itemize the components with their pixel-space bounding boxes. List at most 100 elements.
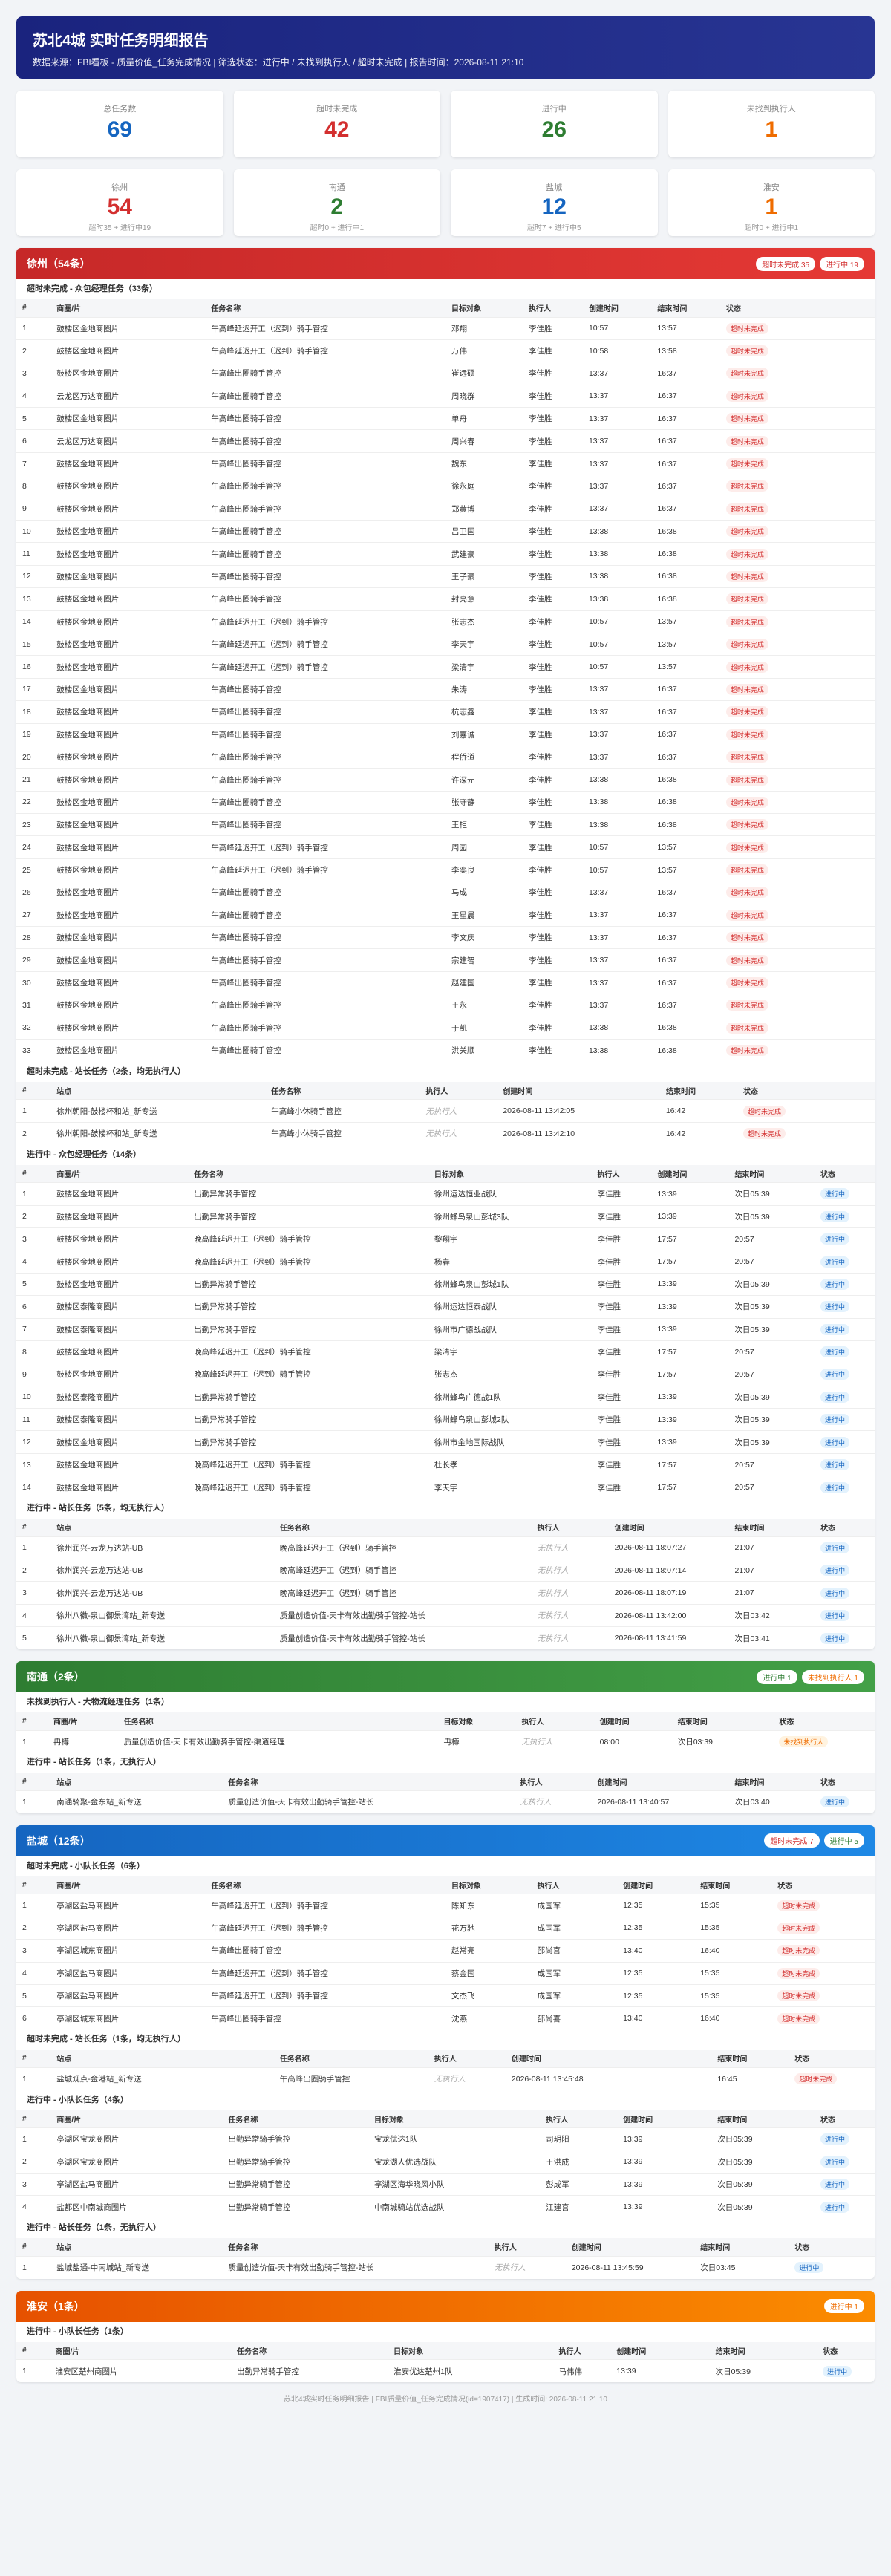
table-cell: 马成 xyxy=(446,881,523,904)
table-row: 1 鼓楼区金地商圈片 出勤异常骑手管控 徐州运达恒业战队 李佳胜 13:39 次日05:39… xyxy=(16,1182,875,1206)
table-cell: 进行中 xyxy=(815,1476,875,1499)
group-title: 进行中 - 小队长任务（4条） xyxy=(27,2095,128,2104)
table-cell: 4 xyxy=(16,1603,51,1627)
status-badge: 超时未完成 xyxy=(725,1045,768,1057)
column-header: 目标对象 xyxy=(388,2341,553,2360)
table-header-row: # 商圈/片 任务名称 目标对象 执行人 创建时间 结束时间 状态 xyxy=(16,1712,875,1731)
table-cell: 13:37 xyxy=(582,745,652,769)
table-cell: 1 xyxy=(16,1099,51,1123)
table-cell: 次日05:39 xyxy=(728,1295,815,1319)
table-cell: 杭志鑫 xyxy=(446,700,523,724)
table-cell: 16:38 xyxy=(651,520,720,543)
city-value: 1 xyxy=(765,195,778,219)
table-header-row: # 站点 任务名称 执行人 创建时间 结束时间 状态 xyxy=(16,2050,875,2068)
table-cell: 超时未完成 xyxy=(719,407,875,430)
table-cell: 13 xyxy=(16,1452,51,1476)
status-badge: 进行中 xyxy=(820,1233,850,1245)
table-row: 6 云龙区万达商圈片 午高峰出圈骑手管控 周兴春 李佳胜 13:37 16:37 超时未完成 xyxy=(16,429,875,453)
stat-card: 超时未完成 42 xyxy=(233,91,440,157)
table-header-row: # 商圈/片 任务名称 目标对象 执行人 创建时间 结束时间 状态 xyxy=(16,2341,875,2360)
table-cell: 13:37 xyxy=(582,903,652,927)
table-cell: 次日05:39 xyxy=(728,1430,815,1454)
table-cell: 2026-08-11 13:45:59 xyxy=(565,2255,695,2279)
table-cell: 李佳胜 xyxy=(523,497,583,521)
table-cell: 13 xyxy=(16,587,51,611)
city-label: 南通 xyxy=(328,183,345,192)
table-cell: 亭湖区宝龙商圈片 xyxy=(50,2127,223,2151)
table-cell: 13:57 xyxy=(651,835,720,859)
table-cell: 出勤异常骑手管控 xyxy=(188,1272,428,1296)
table-cell: 质量创造价值-天卡有效出勤骑手管控-站长 xyxy=(222,1790,515,1813)
status-badge: 超时未完成 xyxy=(725,661,768,673)
table-cell: 超时未完成 xyxy=(719,723,875,746)
table-cell: 16:37 xyxy=(651,475,720,498)
column-header: 任务名称 xyxy=(222,1773,515,1791)
table-cell: 鼓楼区金地商圈片 xyxy=(50,1204,189,1228)
table-row: 14 鼓楼区金地商圈片 晚高峰延迟开工（迟到）骑手管控 李天宇 李佳胜 17:57 20:5… xyxy=(16,1476,875,1499)
status-badge: 超时未完成 xyxy=(777,1900,820,1911)
status-badge: 进行中 xyxy=(823,2365,852,2377)
column-header: 目标对象 xyxy=(428,1164,592,1183)
city-label: 淮安 xyxy=(763,183,780,192)
table-cell: 2026-08-11 13:42:10 xyxy=(497,1121,660,1145)
table-cell: 淮安区楚州商圈片 xyxy=(49,2359,231,2382)
task-table: # 商圈/片 任务名称 目标对象 执行人 创建时间 结束时间 状态 1 鼓楼区金地商圈片 出勤异常骑… xyxy=(16,1164,875,1499)
table-cell: 16:37 xyxy=(651,903,720,927)
table-cell: 超时未完成 xyxy=(719,610,875,633)
table-cell: 次日05:39 xyxy=(711,2150,815,2174)
table-cell: 13:39 xyxy=(617,2150,712,2174)
table-cell: 13:40 xyxy=(617,1939,695,1963)
table-cell: 李佳胜 xyxy=(523,520,583,543)
city-breakdown: 超时0 + 进行中1 xyxy=(744,224,799,232)
table-cell: 超时未完成 xyxy=(719,497,875,521)
table-cell: 午高峰小休骑手管控 xyxy=(265,1121,420,1145)
table-cell: 质量创造价值-天卡有效出勤骑手管控-渠道经理 xyxy=(117,1729,438,1753)
table-cell: 9 xyxy=(16,497,51,521)
table-cell: 16:37 xyxy=(651,677,720,701)
table-row: 8 鼓楼区金地商圈片 午高峰出圈骑手管控 徐永庭 李佳胜 13:37 16:37 超时未完成 xyxy=(16,475,875,498)
table-row: 9 鼓楼区金地商圈片 午高峰出圈骑手管控 郑黄博 李佳胜 13:37 16:37 超时未完成 xyxy=(16,497,875,521)
table-cell: 次日05:39 xyxy=(728,1317,815,1341)
table-cell: 6 xyxy=(16,1295,51,1319)
table-cell: 梁清宇 xyxy=(446,655,523,679)
table-cell: 超时未完成 xyxy=(719,655,875,679)
table-cell: 午高峰出圈骑手管控 xyxy=(273,2067,428,2090)
table-cell: 午高峰出圈骑手管控 xyxy=(205,994,446,1017)
task-table: # 商圈/片 任务名称 目标对象 执行人 创建时间 结束时间 状态 1 淮安区楚州商圈片 出勤异常骑… xyxy=(16,2341,875,2382)
table-cell: 16:37 xyxy=(651,948,720,972)
column-header: 任务名称 xyxy=(273,1519,532,1537)
table-cell: 鼓楼区金地商圈片 xyxy=(50,948,206,972)
table-cell: 午高峰出圈骑手管控 xyxy=(205,587,446,611)
table-row: 5 鼓楼区金地商圈片 午高峰出圈骑手管控 单舟 李佳胜 13:37 16:37 超时未完成 xyxy=(16,407,875,430)
table-cell: 鼓楼区金地商圈片 xyxy=(50,1340,189,1363)
column-header: 站点 xyxy=(50,1081,266,1100)
table-cell: 午高峰出圈骑手管控 xyxy=(205,451,446,475)
status-badge: 进行中 xyxy=(820,1369,850,1380)
table-cell: 2 xyxy=(16,1121,51,1145)
table-cell: 李佳胜 xyxy=(523,339,583,362)
table-cell: 12 xyxy=(16,1430,51,1454)
table-cell: 午高峰出圈骑手管控 xyxy=(205,948,446,972)
status-badge: 进行中 xyxy=(820,1301,850,1313)
table-cell: 13:39 xyxy=(651,1204,729,1228)
table-cell: 13:38 xyxy=(582,813,652,836)
table-cell: 李佳胜 xyxy=(523,564,583,588)
table-cell: 鼓楼区泰隆商圈片 xyxy=(50,1317,189,1341)
group-title: 进行中 - 众包经理任务（14条） xyxy=(27,1150,142,1159)
column-header: 创建时间 xyxy=(610,2341,710,2360)
status-badge: 超时未完成 xyxy=(725,706,768,718)
table-cell: 2026-08-11 13:41:59 xyxy=(608,1626,729,1650)
table-cell: 李佳胜 xyxy=(591,1204,652,1228)
table-cell: 1 xyxy=(16,1536,51,1559)
table-cell: 26 xyxy=(16,881,51,904)
table-cell: 7 xyxy=(16,451,51,475)
table-cell: 13:39 xyxy=(617,2172,712,2196)
table-row: 6 亭湖区城东商圈片 午高峰出圈骑手管控 沈燕 邵尚喜 13:40 16:40 超时未完成 xyxy=(16,2006,875,2030)
table-cell: 进行中 xyxy=(815,1603,875,1627)
table-cell: 李奕良 xyxy=(446,858,523,881)
table-cell: 李佳胜 xyxy=(523,384,583,408)
table-cell: 午高峰延迟开工（迟到）骑手管控 xyxy=(205,610,446,633)
table-cell: 2026-08-11 13:40:57 xyxy=(591,1790,729,1813)
task-table: # 站点 任务名称 执行人 创建时间 结束时间 状态 1 徐州润兴-云龙万达站-UB 晚高峰延迟开… xyxy=(16,1519,875,1650)
table-cell: 徐州蜂鸟泉山彭城3队 xyxy=(428,1204,592,1228)
